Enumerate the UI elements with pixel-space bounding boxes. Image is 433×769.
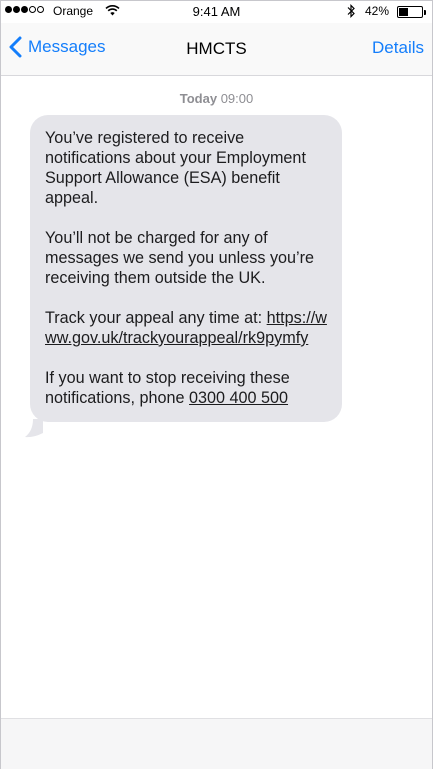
status-bar: Orange 9:41 AM 42% (1, 1, 432, 23)
navigation-bar: Messages HMCTS Details (1, 23, 432, 76)
phone-screen: Orange 9:41 AM 42% Messages HMCTS Detail… (0, 0, 433, 769)
message-timestamp: Today 09:00 (1, 91, 432, 106)
back-button-label: Messages (28, 37, 106, 56)
track-appeal-text: Track your appeal any time at: (45, 309, 267, 327)
message-paragraph: Track your appeal any time at: https://w… (45, 308, 329, 348)
message-paragraph: You’ve registered to receive notificatio… (45, 129, 306, 207)
back-button[interactable]: Messages (9, 36, 105, 58)
battery-cap (424, 10, 426, 15)
phone-number-link[interactable]: 0300 400 500 (189, 389, 288, 407)
message-bubble-tail (25, 419, 43, 438)
chevron-left-icon (9, 36, 22, 58)
message-input-bar (1, 718, 432, 769)
timestamp-day: Today (179, 91, 218, 106)
details-button[interactable]: Details (372, 38, 424, 58)
bluetooth-icon (347, 4, 356, 21)
incoming-message-bubble[interactable]: You’ve registered to receive notificatio… (30, 115, 342, 422)
battery-icon (397, 6, 423, 18)
message-paragraph: You’ll not be charged for any of message… (45, 229, 315, 287)
battery-percentage: 42% (365, 4, 390, 18)
message-paragraph: If you want to stop receiving these noti… (45, 368, 329, 408)
timestamp-time: 09:00 (220, 91, 254, 106)
